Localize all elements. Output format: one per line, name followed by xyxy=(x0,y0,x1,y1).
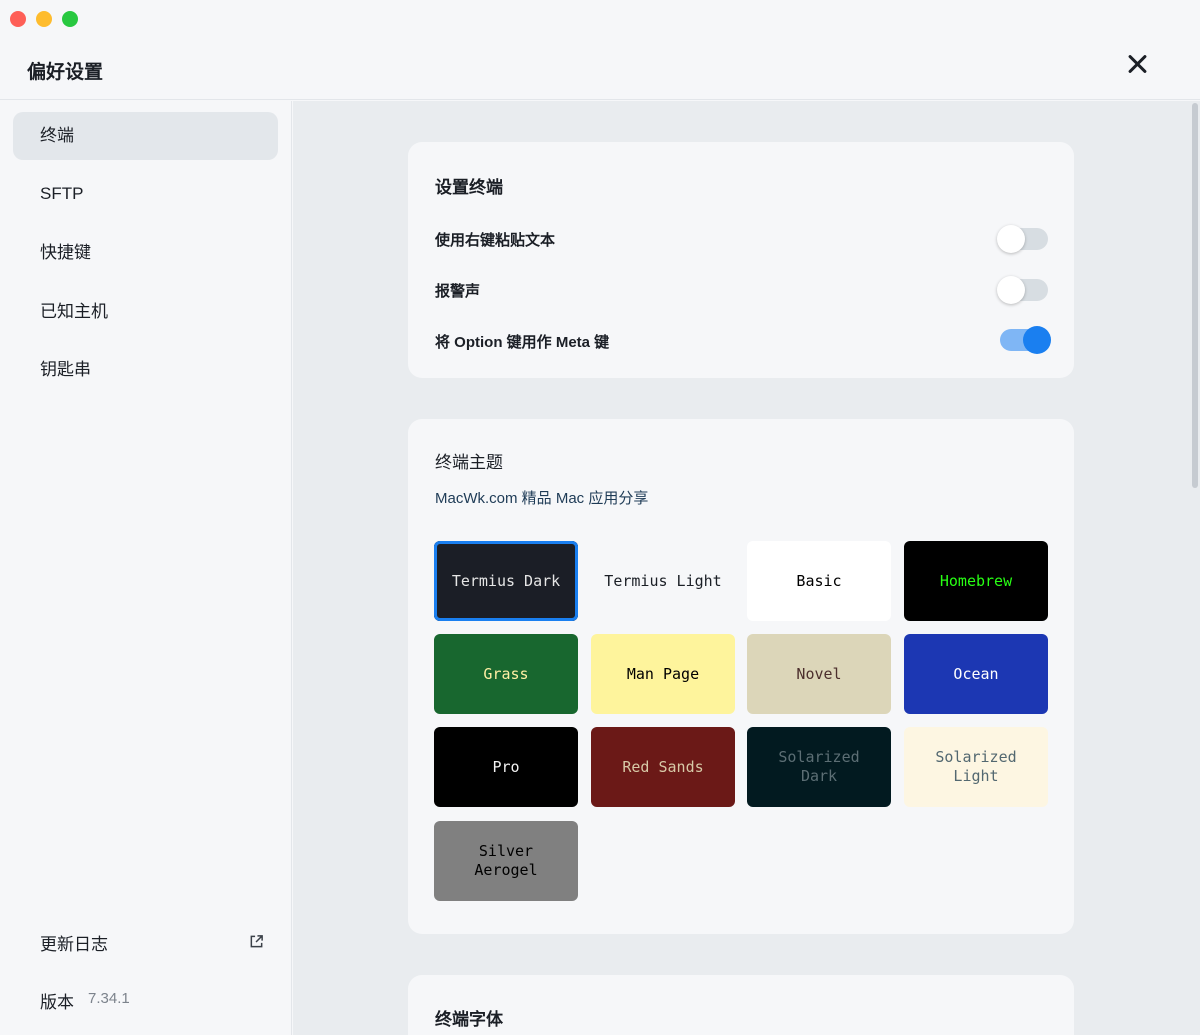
sidebar-item-sftp[interactable]: SFTP xyxy=(13,170,278,218)
terminal-settings-card: 设置终端 使用右键粘贴文本 报警声 将 Option 键用作 Meta 键 xyxy=(408,142,1074,378)
theme-homebrew[interactable]: Homebrew xyxy=(904,541,1048,621)
sidebar-item-known-hosts[interactable]: 已知主机 xyxy=(13,288,278,336)
option-label: 使用右键粘贴文本 xyxy=(435,232,556,249)
option-label: 报警声 xyxy=(435,283,481,300)
card-title: 设置终端 xyxy=(435,178,503,197)
page-title: 偏好设置 xyxy=(27,62,104,83)
option-as-meta-toggle[interactable] xyxy=(1000,326,1051,354)
sidebar-item-keychain[interactable]: 钥匙串 xyxy=(13,346,278,394)
toggle-knob xyxy=(997,225,1025,253)
version-number: 7.34.1 xyxy=(88,990,130,1007)
theme-basic[interactable]: Basic xyxy=(747,541,891,621)
theme-solarized-light[interactable]: Solarized Light xyxy=(904,727,1048,807)
theme-red-sands[interactable]: Red Sands xyxy=(591,727,735,807)
external-link-icon[interactable] xyxy=(249,934,264,949)
sidebar-item-terminal[interactable]: 终端 xyxy=(13,112,278,160)
sidebar: 终端 SFTP 快捷键 已知主机 钥匙串 xyxy=(0,101,292,1035)
theme-solarized-dark[interactable]: Solarized Dark xyxy=(747,727,891,807)
sidebar-item-shortcuts[interactable]: 快捷键 xyxy=(13,229,278,277)
scrollbar[interactable] xyxy=(1192,103,1198,488)
close-icon[interactable] xyxy=(1124,50,1152,78)
bell-sound-toggle[interactable] xyxy=(997,276,1048,304)
theme-novel[interactable]: Novel xyxy=(747,634,891,714)
toggle-knob xyxy=(1023,326,1051,354)
title-bar: 偏好设置 xyxy=(0,0,1200,100)
terminal-theme-card: 终端主题 MacWk.com 精品 Mac 应用分享 Termius Dark … xyxy=(408,419,1074,934)
terminal-font-card: 终端字体 xyxy=(408,975,1074,1035)
theme-termius-dark[interactable]: Termius Dark xyxy=(434,541,578,621)
changelog-link[interactable]: 更新日志 xyxy=(40,930,108,955)
theme-grid: Termius Dark Termius Light Basic Homebre… xyxy=(434,541,1048,902)
right-click-paste-toggle[interactable] xyxy=(997,225,1048,253)
preferences-window: 偏好设置 终端 SFTP 快捷键 已知主机 钥匙串 更新日志 版本 7.34.1… xyxy=(0,0,1200,1035)
option-label: 将 Option 键用作 Meta 键 xyxy=(435,334,610,351)
version-label: 版本 xyxy=(40,993,74,1012)
theme-ocean[interactable]: Ocean xyxy=(904,634,1048,714)
toggle-knob xyxy=(997,276,1025,304)
theme-section-subtitle: MacWk.com 精品 Mac 应用分享 xyxy=(435,490,649,507)
theme-man-page[interactable]: Man Page xyxy=(591,634,735,714)
theme-termius-light[interactable]: Termius Light xyxy=(591,541,735,621)
theme-pro[interactable]: Pro xyxy=(434,727,578,807)
theme-section-title: 终端主题 xyxy=(435,453,503,472)
theme-grass[interactable]: Grass xyxy=(434,634,578,714)
theme-silver-aerogel[interactable]: Silver Aerogel xyxy=(434,821,578,901)
card-title: 终端字体 xyxy=(435,1010,503,1029)
